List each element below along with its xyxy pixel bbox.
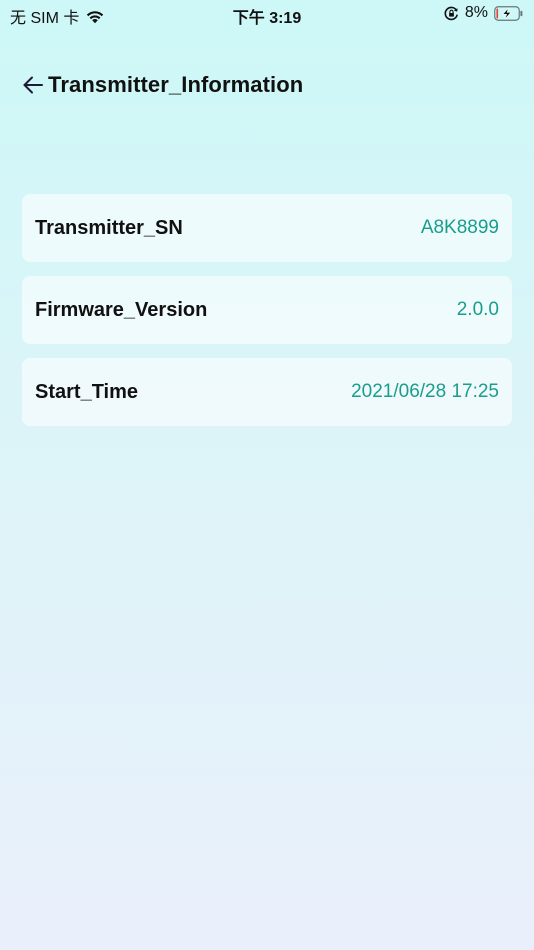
info-label: Transmitter_SN xyxy=(35,216,183,239)
battery-charging-icon xyxy=(494,5,524,21)
info-value: A8K8899 xyxy=(420,217,499,238)
info-value: 2.0.0 xyxy=(456,299,499,320)
orientation-lock-icon xyxy=(444,6,459,21)
back-button[interactable] xyxy=(22,70,44,100)
info-label: Firmware_Version xyxy=(35,298,208,321)
page-header: Transmitter_Information xyxy=(22,68,303,102)
back-arrow-icon xyxy=(22,74,44,96)
info-list: Transmitter_SN A8K8899 Firmware_Version … xyxy=(22,194,512,440)
battery-percent: 8% xyxy=(464,4,488,21)
info-label: Start_Time xyxy=(35,380,139,403)
status-bar: 无 SIM 卡 下午 3:19 8% xyxy=(0,0,534,28)
status-bar-right: 8% xyxy=(444,4,524,22)
info-row-start-time: Start_Time 2021/06/28 17:25 xyxy=(22,358,512,426)
info-row-transmitter-sn: Transmitter_SN A8K8899 xyxy=(22,194,512,262)
page-title: Transmitter_Information xyxy=(48,72,304,97)
info-row-firmware-version: Firmware_Version 2.0.0 xyxy=(22,276,512,344)
info-value: 2021/06/28 17:25 xyxy=(351,381,499,402)
